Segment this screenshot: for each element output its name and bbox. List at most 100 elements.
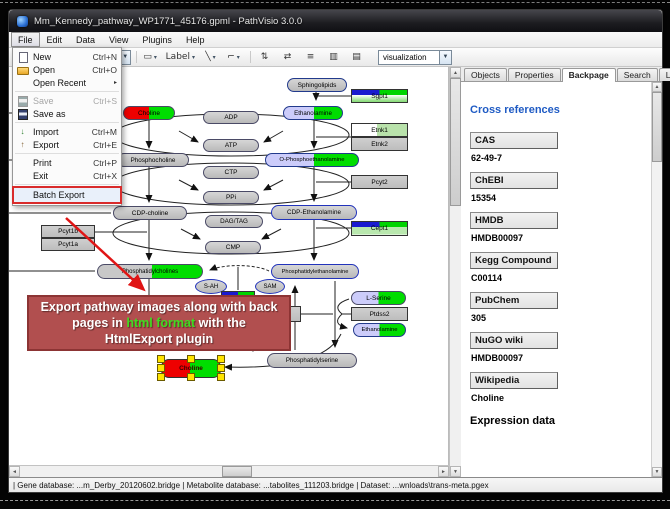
align-horizontal-button[interactable]: ⇄ (277, 49, 298, 65)
cross-reference-id-link[interactable]: HMDB00097 (471, 353, 645, 363)
sidebar-tab[interactable]: Properties (508, 68, 561, 81)
sidebar: ObjectsPropertiesBackpageSearchLegend Cr… (461, 67, 662, 477)
selection-handle[interactable] (217, 355, 225, 363)
file-menu-item[interactable]: Open Ctrl+O (13, 63, 121, 76)
gene-node-ptdss2[interactable]: Ptdss2 (351, 307, 408, 321)
cross-reference-id-link[interactable]: 62-49-7 (471, 153, 645, 163)
title-bar[interactable]: Mm_Kennedy_pathway_WP1771_45176.gpml - P… (9, 10, 662, 32)
selection-handle[interactable] (157, 355, 165, 363)
selection-handle[interactable] (157, 373, 165, 381)
selection-handle[interactable] (157, 364, 165, 372)
pathway-node[interactable]: Phosphocholine (117, 153, 189, 167)
pathway-node[interactable]: Sphingolipids (287, 78, 347, 92)
pathway-node[interactable]: ADP (203, 111, 259, 124)
pathway-node[interactable]: O-Phosphoethanolamine (265, 153, 359, 167)
add-datanode-button[interactable]: ▭ ▾ (140, 49, 161, 65)
scroll-down-icon[interactable]: ▼ (450, 466, 461, 477)
pathway-node-label: Ethanolamine (294, 110, 332, 117)
menu-item-shortcut: Ctrl+M (92, 127, 117, 137)
sidebar-scrollbar[interactable]: ▲ ▼ (651, 82, 662, 477)
menu-item[interactable]: Data (69, 32, 102, 47)
file-menu-item[interactable]: Save Ctrl+S (13, 94, 121, 107)
vertical-scrollbar[interactable]: ▲ ▼ (449, 67, 461, 477)
cross-reference-sections: CAS 62-49-7 ChEBI 15354 HMDB HMDB00097 K… (470, 132, 645, 403)
scroll-up-icon[interactable]: ▲ (652, 82, 662, 92)
sidebar-tab[interactable]: Backpage (562, 68, 616, 82)
pathway-node[interactable]: Phosphatidylcholines (97, 264, 203, 279)
pathway-node[interactable]: DAG/TAG (205, 215, 263, 228)
cross-reference-id-link[interactable]: HMDB00097 (471, 233, 645, 243)
gene-node-pcyt1b[interactable]: Pcyt1b (41, 225, 95, 238)
menu-item[interactable]: Help (179, 32, 212, 47)
cross-reference-id-link[interactable]: 305 (471, 313, 645, 323)
horizontal-scrollbar[interactable]: ◄ ► (9, 465, 449, 477)
pathway-node[interactable]: Choline (123, 106, 175, 120)
cross-reference-id-link[interactable]: Choline (471, 393, 645, 403)
scroll-right-icon[interactable]: ► (438, 466, 449, 477)
gene-node-pcyt2[interactable]: Pcyt2 (351, 175, 408, 189)
file-menu-item[interactable]: Open Recent ▸ (13, 76, 121, 89)
file-menu-item[interactable]: Print Ctrl+P (13, 156, 121, 169)
file-menu-item[interactable]: Export Ctrl+E (13, 138, 121, 151)
pathway-node-label: Sgpl1 (371, 93, 388, 100)
pathway-node[interactable]: CDP-Ethanolamine (271, 205, 357, 220)
scroll-up-icon[interactable]: ▲ (450, 67, 461, 78)
pathway-node[interactable]: Ethanolamine (353, 323, 406, 337)
scroll-down-icon[interactable]: ▼ (652, 467, 662, 477)
selection-handle[interactable] (187, 355, 195, 363)
menu-item[interactable]: View (102, 32, 135, 47)
line-tool-button[interactable]: ╲ ▾ (200, 49, 221, 65)
menu-item[interactable]: File (11, 32, 40, 47)
ChEBI: ChEBI 15354 (470, 172, 645, 203)
gene-node-cept1[interactable]: Cept1 (351, 221, 408, 236)
chevron-down-icon: ▾ (192, 54, 195, 61)
scrollbar-thumb[interactable] (652, 92, 662, 162)
add-label-button[interactable]: Label ▾ (163, 49, 198, 65)
stack-rows-button[interactable]: ≡ (300, 49, 321, 65)
cross-reference-id-link[interactable]: 15354 (471, 193, 645, 203)
pathway-node[interactable]: Ethanolamine (283, 106, 343, 120)
sidebar-tab[interactable]: Objects (464, 68, 507, 81)
scroll-left-icon[interactable]: ◄ (9, 466, 20, 477)
gene-node-etnk1[interactable]: Etnk1 (351, 123, 408, 137)
scrollbar-thumb[interactable] (450, 78, 461, 206)
pathway-node[interactable]: CDP-choline (113, 206, 187, 220)
scrollbar-thumb[interactable] (222, 466, 252, 477)
visualization-combobox[interactable]: visualization ▼ (378, 50, 452, 65)
pathway-node[interactable]: CMP (205, 241, 261, 254)
pathway-node[interactable]: Phosphatidylethanolamine (271, 264, 359, 279)
match-width-button[interactable]: ▥ (323, 49, 344, 65)
menu-item-label: Import (33, 127, 84, 137)
align-vertical-button[interactable]: ⇅ (254, 49, 275, 65)
toolbar-button-glyph: ⇄ (284, 52, 292, 62)
pathway-node[interactable]: SAM (255, 279, 285, 294)
CAS: CAS 62-49-7 (470, 132, 645, 163)
menu-item-icon (16, 65, 29, 75)
pathway-node[interactable]: Phosphatidylserine (267, 353, 357, 368)
sidebar-tab[interactable]: Search (617, 68, 658, 81)
cross-reference-id-link[interactable]: C00114 (471, 273, 645, 283)
pathway-node[interactable]: PPi (203, 191, 259, 204)
file-menu-item[interactable]: Exit Ctrl+X (13, 169, 121, 182)
file-menu-item[interactable]: New Ctrl+N (13, 50, 121, 63)
file-menu-item[interactable]: Save as (13, 107, 121, 120)
selection-handle[interactable] (187, 373, 195, 381)
file-menu-item[interactable]: Import Ctrl+M (13, 125, 121, 138)
sidebar-tab[interactable]: Legend (659, 68, 670, 81)
menu-item[interactable]: Plugins (135, 32, 179, 47)
pathway-node[interactable]: CTP (203, 166, 259, 179)
file-menu-item[interactable]: Batch Export (13, 187, 121, 203)
gene-node-sgpl1[interactable]: Sgpl1 (351, 89, 408, 103)
connector-tool-button[interactable]: ⌐ ▾ (223, 49, 244, 65)
gene-node-etnk2[interactable]: Etnk2 (351, 137, 408, 151)
pathway-node-label: ADP (224, 114, 237, 121)
match-height-button[interactable]: ▤ (346, 49, 367, 65)
selection-handle[interactable] (217, 373, 225, 381)
selection-handle[interactable] (217, 364, 225, 372)
chevron-down-icon: ▾ (237, 54, 240, 61)
gene-node-pcyt1a[interactable]: Pcyt1a (41, 238, 95, 251)
pathway-node[interactable]: L-Serine (351, 291, 406, 305)
menu-item[interactable]: Edit (40, 32, 70, 47)
cross-reference-source: HMDB (470, 212, 558, 229)
pathway-node[interactable]: ATP (203, 139, 259, 152)
